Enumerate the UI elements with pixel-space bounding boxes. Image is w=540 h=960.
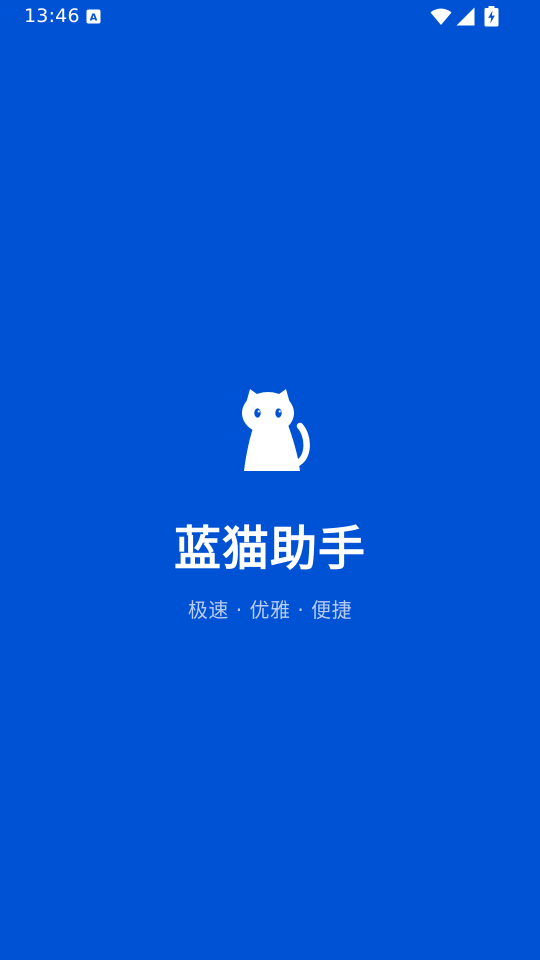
- app-slogan: 极速 · 优雅 · 便捷: [187, 598, 353, 622]
- cat-icon: [242, 389, 310, 471]
- splash-screen: 蓝猫助手 极速 · 优雅 · 便捷: [0, 0, 540, 960]
- app-title: 蓝猫助手: [174, 522, 366, 577]
